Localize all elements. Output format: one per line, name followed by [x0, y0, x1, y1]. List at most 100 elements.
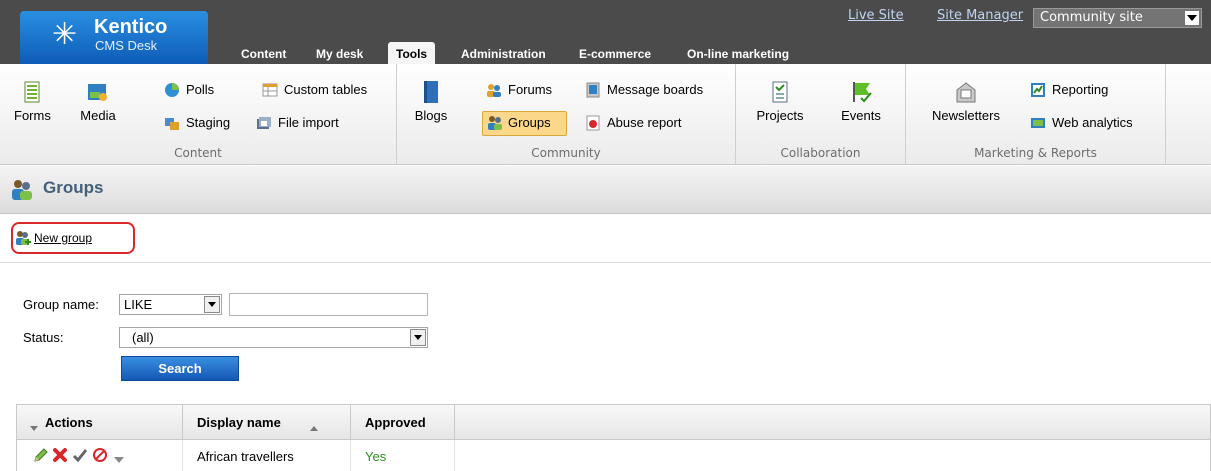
ribbon-group-community: Blogs Forums Groups Message boards Abuse…: [397, 64, 736, 164]
ribbon-group-label: Community: [531, 146, 601, 160]
abuse-report-label: Abuse report: [607, 115, 682, 130]
ribbon-group-label: Collaboration: [780, 146, 861, 160]
file-import-label: File import: [278, 115, 339, 130]
approve-icon[interactable]: [72, 447, 88, 463]
reject-icon[interactable]: [92, 447, 108, 463]
blogs-button[interactable]: Blogs: [413, 80, 449, 123]
tab-administration[interactable]: Administration: [461, 42, 546, 64]
tab-my-desk[interactable]: My desk: [316, 42, 363, 64]
row-approved-cell: Yes: [351, 440, 455, 471]
new-group-button[interactable]: New group: [11, 222, 135, 254]
groups-icon: [487, 115, 503, 131]
newsletters-label: Newsletters: [932, 108, 1000, 123]
new-group-icon: [15, 230, 31, 246]
column-header-approved[interactable]: Approved: [351, 405, 455, 439]
grid-header: Actions Display name Approved: [16, 404, 1211, 440]
custom-tables-button[interactable]: Custom tables: [262, 80, 386, 102]
ribbon-toolbar: Forms Media Polls Staging Custom tables …: [0, 64, 1211, 165]
groups-button[interactable]: Groups: [482, 111, 567, 136]
column-header-display-name[interactable]: Display name: [183, 405, 351, 439]
events-icon: [849, 80, 873, 104]
action-bar: New group: [0, 215, 1211, 263]
more-actions-icon[interactable]: [114, 452, 130, 468]
forms-label: Forms: [14, 108, 51, 123]
column-header-label: Approved: [365, 415, 426, 430]
dropdown-arrow-icon[interactable]: [1185, 11, 1199, 25]
web-analytics-label: Web analytics: [1052, 115, 1133, 130]
ribbon-group-content: Forms Media Polls Staging Custom tables …: [0, 64, 397, 164]
edit-icon[interactable]: [33, 447, 49, 463]
tab-content[interactable]: Content: [241, 42, 286, 64]
newsletters-button[interactable]: Newsletters: [926, 80, 1006, 123]
site-selector-value: Community site: [1040, 10, 1143, 25]
media-icon: [86, 80, 110, 104]
events-button[interactable]: Events: [838, 80, 884, 123]
groups-grid: Actions Display name Approved African tr…: [16, 404, 1211, 471]
tab-on-line-marketing[interactable]: On-line marketing: [687, 42, 789, 64]
reporting-label: Reporting: [1052, 82, 1109, 97]
projects-button[interactable]: Projects: [756, 80, 804, 123]
abuse-report-icon: [585, 115, 601, 131]
file-import-icon: [256, 115, 272, 131]
header-bar: ✳ Kentico CMS Desk Live Site Site Manage…: [0, 0, 1211, 64]
polls-button[interactable]: Polls: [164, 80, 228, 102]
events-label: Events: [841, 108, 881, 123]
ribbon-group-label: Content: [174, 146, 222, 160]
forums-button[interactable]: Forums: [486, 80, 568, 102]
row-actions-cell: [17, 440, 183, 471]
forums-label: Forums: [508, 82, 553, 97]
forms-icon: [20, 80, 44, 104]
page-title: Groups: [43, 178, 104, 197]
top-links: Live Site Site Manager: [0, 8, 1211, 28]
status-label: Status:: [23, 330, 64, 345]
tab-e-commerce[interactable]: E-commerce: [579, 42, 651, 64]
group-name-operator-select[interactable]: LIKE: [119, 294, 222, 315]
row-display-name-cell: African travellers: [183, 440, 351, 471]
ribbon-group-collaboration: Projects Events Collaboration: [736, 64, 906, 164]
sort-menu-icon[interactable]: [30, 420, 38, 435]
search-button[interactable]: Search: [121, 356, 239, 381]
polls-icon: [164, 82, 180, 98]
reporting-icon: [1030, 82, 1046, 98]
groups-label: Groups: [508, 115, 551, 130]
site-selector[interactable]: Community site: [1033, 8, 1202, 28]
message-boards-icon: [585, 82, 601, 98]
site-manager-link[interactable]: Site Manager: [937, 8, 1023, 23]
groups-icon: [10, 178, 34, 202]
media-button[interactable]: Media: [78, 80, 118, 123]
custom-tables-icon: [262, 82, 278, 98]
table-row[interactable]: African travellers Yes: [16, 440, 1211, 471]
web-analytics-icon: [1030, 115, 1046, 131]
staging-icon: [164, 115, 180, 131]
row-display-name: African travellers: [197, 449, 294, 464]
forums-icon: [486, 82, 502, 98]
staging-button[interactable]: Staging: [164, 113, 244, 135]
dropdown-arrow-icon[interactable]: [410, 329, 426, 346]
message-boards-label: Message boards: [607, 82, 704, 97]
column-header-label: Display name: [197, 415, 281, 430]
abuse-report-button[interactable]: Abuse report: [585, 113, 705, 135]
blogs-icon: [419, 80, 443, 104]
forms-button[interactable]: Forms: [14, 80, 51, 123]
file-import-button[interactable]: File import: [256, 113, 360, 135]
status-select[interactable]: (all): [119, 327, 428, 348]
message-boards-button[interactable]: Message boards: [585, 80, 725, 102]
staging-label: Staging: [186, 115, 231, 130]
newsletters-icon: [954, 80, 978, 104]
live-site-link[interactable]: Live Site: [848, 8, 904, 23]
sort-ascending-icon: [310, 420, 318, 435]
custom-tables-label: Custom tables: [284, 82, 368, 97]
delete-icon[interactable]: [52, 447, 68, 463]
new-group-label: New group: [34, 231, 93, 245]
group-name-input[interactable]: [229, 293, 428, 316]
ribbon-group-marketing-reports: Newsletters Reporting Web analytics Mark…: [906, 64, 1166, 164]
main-tabs: Content My desk Tools Administration E-c…: [0, 42, 1211, 64]
dropdown-arrow-icon[interactable]: [204, 296, 220, 313]
group-name-operator-value: LIKE: [124, 297, 153, 312]
column-header-actions[interactable]: Actions: [17, 405, 183, 439]
column-header-label: Actions: [45, 415, 93, 430]
reporting-button[interactable]: Reporting: [1030, 80, 1136, 102]
tab-tools[interactable]: Tools: [388, 42, 436, 64]
blogs-label: Blogs: [414, 108, 448, 123]
web-analytics-button[interactable]: Web analytics: [1030, 113, 1156, 135]
